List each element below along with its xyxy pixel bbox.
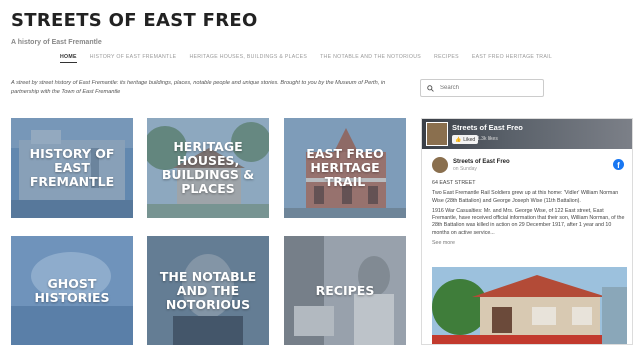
tile-ghost-histories[interactable]: GHOST HISTORIES [11,236,133,345]
tile-label: EAST FREO HERITAGE TRAIL [306,146,384,189]
nav-recipes[interactable]: RECIPES [434,54,459,63]
facebook-post-photo[interactable] [432,267,627,344]
tile-label: THE NOTABLE AND THE NOTORIOUS [159,268,257,312]
search-box[interactable] [420,79,544,97]
facebook-post-paragraph: Two East Fremantle Rail Soldiers grew up… [432,190,619,204]
tile-history-of-east-fremantle[interactable]: HISTORY OF EAST FREMANTLE [11,118,133,218]
facebook-page-name[interactable]: Streets of East Freo [453,159,510,165]
facebook-post-paragraph: 1916 War Casualties: Mr. and Mrs. George… [432,207,625,236]
nav-notable-notorious[interactable]: THE NOTABLE AND THE NOTORIOUS [320,54,421,63]
tile-label: GHOST HISTORIES [34,275,110,305]
museum-of-perth-link[interactable]: Museum of Perth [335,80,378,86]
tile-label: HERITAGE HOUSES, BUILDINGS & PLACES [161,139,255,196]
intro-text: A street by street history of East Frema… [11,79,396,97]
nav-history[interactable]: HISTORY OF EAST FREMANTLE [90,54,177,63]
main-nav: HOME HISTORY OF EAST FREMANTLE HERITAGE … [60,54,552,63]
facebook-post-text: 64 EAST STREET Two East Fremantle Rail S… [432,180,627,250]
facebook-post-header: Streets of East Freo on Sunday [432,157,510,173]
search-input[interactable] [440,85,530,91]
facebook-cover-avatar[interactable] [426,122,448,146]
tile-label: HISTORY OF EAST FREMANTLE [29,146,115,189]
facebook-like-button[interactable]: 👍 Liked [452,135,479,144]
facebook-icon[interactable]: f [613,159,624,170]
facebook-widget[interactable]: Streets of East Freo 👍 Liked 1.3k likes … [421,118,633,345]
house-photo-image [432,267,627,344]
facebook-like-count: 1.3k likes [477,136,498,142]
search-icon [427,84,434,92]
tile-notable-notorious[interactable]: THE NOTABLE AND THE NOTORIOUS [147,236,269,345]
tile-heritage-trail[interactable]: EAST FREO HERITAGE TRAIL [284,118,406,218]
nav-home[interactable]: HOME [60,54,77,63]
facebook-page-avatar[interactable] [432,157,448,173]
town-of-east-fremantle-link[interactable]: Town of East Fremantle [61,89,120,95]
nav-heritage-houses[interactable]: HERITAGE HOUSES, BUILDINGS & PLACES [189,54,307,63]
intro-body: A street by street history of East Frema… [11,80,334,86]
site-title[interactable]: STREETS OF EAST FREO [11,10,258,31]
tile-heritage-houses[interactable]: HERITAGE HOUSES, BUILDINGS & PLACES [147,118,269,218]
facebook-cover-title[interactable]: Streets of East Freo [452,123,523,132]
facebook-post-heading: 64 EAST STREET [432,180,476,186]
facebook-see-more-link[interactable]: See more [432,240,627,247]
nav-heritage-trail[interactable]: EAST FREO HERITAGE TRAIL [472,54,552,63]
thumbs-up-icon: 👍 [455,136,462,143]
facebook-post-time[interactable]: on Sunday [453,166,510,172]
site-tagline: A history of East Fremantle [11,39,102,46]
tile-label: RECIPES [315,282,375,298]
facebook-cover[interactable]: Streets of East Freo 👍 Liked 1.3k likes [422,119,632,149]
facebook-like-label: Liked [463,136,476,143]
tile-recipes[interactable]: RECIPES [284,236,406,345]
